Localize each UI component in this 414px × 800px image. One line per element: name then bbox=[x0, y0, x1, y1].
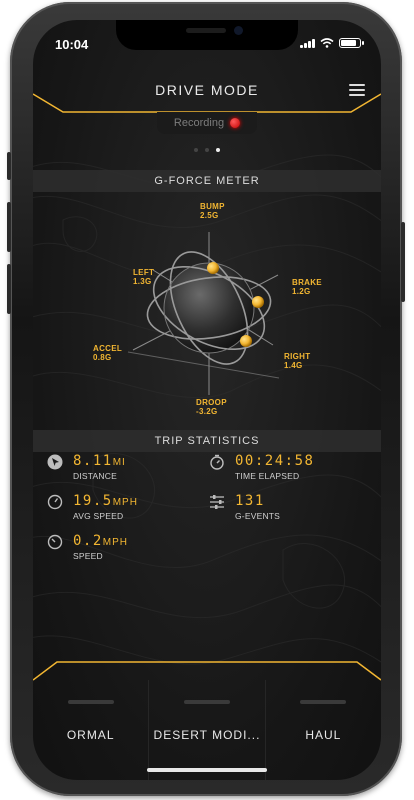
status-bar: 10:04 bbox=[33, 20, 381, 54]
gforce-label-accel: ACCEL 0.8G bbox=[93, 344, 123, 362]
stat-time-elapsed: 00:24:58 TIME ELAPSED bbox=[235, 453, 315, 481]
menu-icon[interactable] bbox=[349, 84, 365, 96]
gforce-label-bump: BUMP 2.5G bbox=[200, 202, 225, 220]
stat-distance: 8.11MI DISTANCE bbox=[73, 453, 126, 481]
home-indicator[interactable] bbox=[147, 768, 267, 772]
mode-label: DESERT MODI... bbox=[153, 728, 261, 742]
mode-label: HAUL bbox=[305, 728, 342, 742]
battery-icon bbox=[339, 38, 364, 48]
mode-label: ORMAL bbox=[66, 728, 115, 742]
mode-selector: ORMAL DESERT MODI... HAUL bbox=[33, 660, 381, 780]
navigation-arrow-icon bbox=[47, 454, 63, 470]
recording-label: Recording bbox=[173, 117, 225, 129]
page-indicator[interactable] bbox=[33, 148, 381, 152]
mute-switch bbox=[7, 152, 11, 180]
mode-normal-button[interactable]: ORMAL bbox=[33, 680, 150, 780]
page-dot[interactable] bbox=[194, 148, 198, 152]
mode-haul-button[interactable]: HAUL bbox=[266, 680, 381, 780]
gforce-label-left: LEFT 1.3G bbox=[133, 268, 155, 286]
signal-icon bbox=[300, 38, 315, 48]
wifi-icon bbox=[320, 38, 334, 48]
sliders-icon bbox=[210, 495, 224, 509]
gforce-meter: BUMP 2.5G LEFT 1.3G BRAKE 1.2G ACCEL 0.8G RI… bbox=[33, 180, 381, 430]
trip-section-title: TRIP STATISTICS bbox=[33, 430, 381, 452]
mode-desert-button[interactable]: DESERT MODI... bbox=[149, 680, 266, 780]
recording-dot-icon bbox=[230, 118, 241, 128]
app-header: DRIVE MODE bbox=[33, 70, 381, 114]
mode-handle bbox=[183, 700, 230, 704]
stat-avg-speed: 19.5MPH AVG SPEED bbox=[73, 493, 138, 521]
stat-g-events: 131 G-EVENTS bbox=[235, 493, 281, 521]
mode-handle bbox=[67, 700, 114, 704]
gforce-label-right: RIGHT 1.4G bbox=[284, 352, 311, 370]
gforce-label-brake: BRAKE 1.2G bbox=[292, 278, 322, 296]
volume-down-button bbox=[7, 264, 11, 314]
stat-speed: 0.2MPH SPEED bbox=[73, 533, 129, 561]
gforce-label-droop: DROOP -3.2G bbox=[196, 398, 227, 416]
volume-up-button bbox=[7, 202, 11, 252]
page-title: DRIVE MODE bbox=[155, 82, 259, 98]
stopwatch-icon bbox=[210, 454, 224, 470]
speed-gauge-icon bbox=[47, 534, 63, 550]
recording-indicator: Recording bbox=[157, 112, 257, 134]
page-dot[interactable] bbox=[205, 148, 209, 152]
page-dot-active[interactable] bbox=[216, 148, 220, 152]
app-screen: 10:04 DRIVE MODE Recording G-FORCE METER bbox=[33, 20, 381, 780]
status-time: 10:04 bbox=[55, 37, 89, 52]
speedometer-icon bbox=[47, 494, 63, 510]
mode-handle bbox=[300, 700, 347, 704]
power-button bbox=[401, 222, 405, 302]
